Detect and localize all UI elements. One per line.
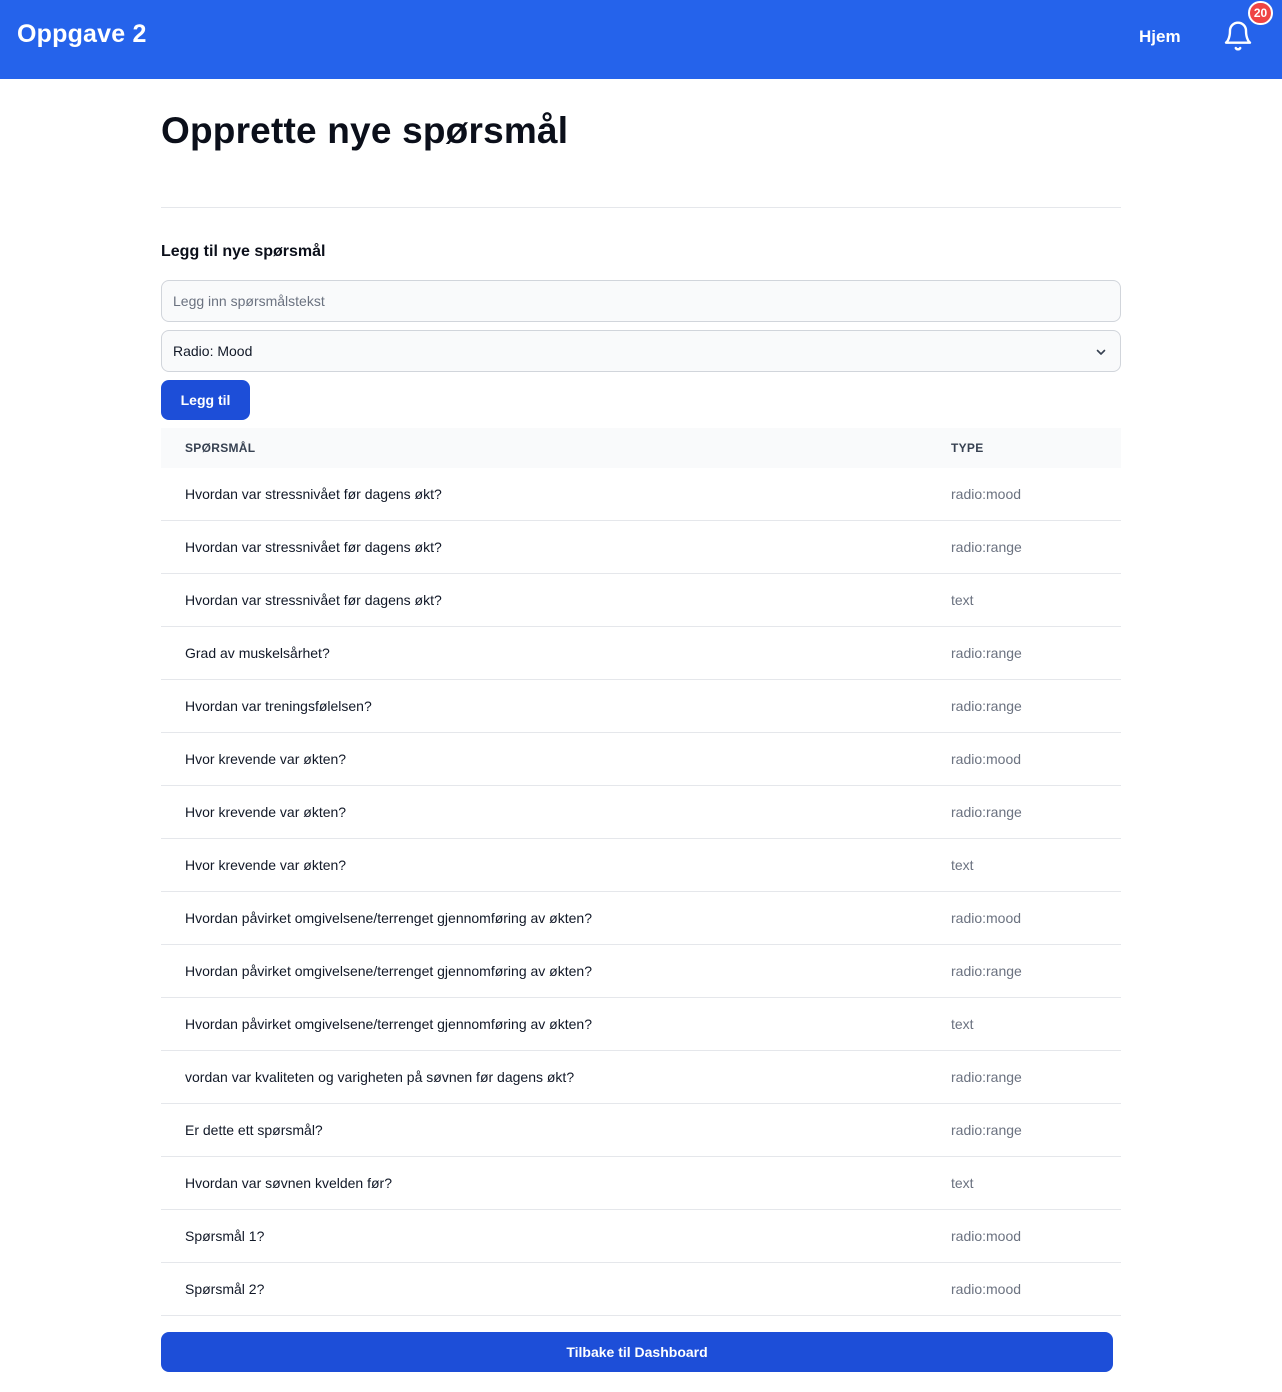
- table-row: Spørsmål 2? radio:mood: [161, 1263, 1121, 1316]
- question-cell: Hvordan påvirket omgivelsene/terrenget g…: [185, 1016, 592, 1032]
- notification-count-badge: 20: [1248, 1, 1273, 25]
- section-divider: [161, 207, 1121, 208]
- table-row: Hvordan var stressnivået før dagens økt?…: [161, 468, 1121, 521]
- type-cell: radio:mood: [951, 910, 1022, 926]
- question-text-input[interactable]: [161, 280, 1121, 322]
- type-cell: text: [951, 592, 974, 608]
- bell-icon[interactable]: [1222, 20, 1254, 52]
- type-cell: radio:range: [951, 698, 1022, 714]
- question-cell: vordan var kvaliteten og varigheten på s…: [185, 1069, 575, 1085]
- table-row: vordan var kvaliteten og varigheten på s…: [161, 1051, 1121, 1104]
- table-row: Hvordan påvirket omgivelsene/terrenget g…: [161, 998, 1121, 1051]
- table-row: Hvordan påvirket omgivelsene/terrenget g…: [161, 892, 1121, 945]
- type-cell: text: [951, 1016, 974, 1032]
- question-cell: Hvordan påvirket omgivelsene/terrenget g…: [185, 963, 592, 979]
- type-cell: text: [951, 1175, 974, 1191]
- question-cell: Hvordan var stressnivået før dagens økt?: [185, 592, 442, 608]
- type-cell: radio:range: [951, 1069, 1022, 1085]
- question-cell: Hvordan var treningsfølelsen?: [185, 698, 372, 714]
- question-cell: Hvor krevende var økten?: [185, 751, 347, 767]
- question-cell: Hvor krevende var økten?: [185, 857, 347, 873]
- question-type-selected-value: Radio: Mood: [173, 343, 253, 359]
- brand-title[interactable]: Oppgave 2: [17, 20, 147, 49]
- table-row: Grad av muskelsårhet? radio:range: [161, 627, 1121, 680]
- section-title: Legg til nye spørsmål: [161, 243, 326, 260]
- type-cell: radio:range: [951, 963, 1022, 979]
- table-row: Hvor krevende var økten? text: [161, 839, 1121, 892]
- type-cell: radio:range: [951, 804, 1022, 820]
- question-cell: Hvordan var stressnivået før dagens økt?: [185, 539, 442, 555]
- question-cell: Hvordan var søvnen kvelden før?: [185, 1175, 392, 1191]
- column-header-type: TYPE: [951, 441, 984, 455]
- question-type-select[interactable]: Radio: Mood: [161, 330, 1121, 372]
- type-cell: text: [951, 857, 974, 873]
- question-cell: Hvor krevende var økten?: [185, 804, 347, 820]
- type-cell: radio:range: [951, 645, 1022, 661]
- nav-link-home[interactable]: Hjem: [1139, 27, 1181, 47]
- question-cell: Spørsmål 1?: [185, 1228, 265, 1244]
- question-cell: Hvordan påvirket omgivelsene/terrenget g…: [185, 910, 592, 926]
- question-cell: Spørsmål 2?: [185, 1281, 265, 1297]
- questions-table: SPØRSMÅL TYPE Hvordan var stressnivået f…: [161, 428, 1121, 1316]
- table-row: Hvordan var treningsfølelsen? radio:range: [161, 680, 1121, 733]
- page-title: Opprette nye spørsmål: [161, 110, 569, 151]
- question-cell: Hvordan var stressnivået før dagens økt?: [185, 486, 442, 502]
- add-question-button[interactable]: Legg til: [161, 380, 250, 420]
- type-cell: radio:range: [951, 1122, 1022, 1138]
- table-row: Hvordan var søvnen kvelden før? text: [161, 1157, 1121, 1210]
- question-cell: Er dette ett spørsmål?: [185, 1122, 323, 1138]
- table-body: Hvordan var stressnivået før dagens økt?…: [161, 468, 1121, 1316]
- table-row: Hvordan påvirket omgivelsene/terrenget g…: [161, 945, 1121, 998]
- question-cell: Grad av muskelsårhet?: [185, 645, 330, 661]
- table-row: Hvordan var stressnivået før dagens økt?…: [161, 521, 1121, 574]
- table-row: Hvor krevende var økten? radio:mood: [161, 733, 1121, 786]
- back-to-dashboard-button[interactable]: Tilbake til Dashboard: [161, 1332, 1113, 1372]
- table-row: Spørsmål 1? radio:mood: [161, 1210, 1121, 1263]
- type-cell: radio:mood: [951, 486, 1022, 502]
- type-cell: radio:mood: [951, 1228, 1022, 1244]
- type-cell: radio:mood: [951, 1281, 1022, 1297]
- type-cell: radio:range: [951, 539, 1022, 555]
- table-header: SPØRSMÅL TYPE: [161, 428, 1121, 468]
- table-row: Er dette ett spørsmål? radio:range: [161, 1104, 1121, 1157]
- table-row: Hvor krevende var økten? radio:range: [161, 786, 1121, 839]
- type-cell: radio:mood: [951, 751, 1022, 767]
- column-header-question: SPØRSMÅL: [185, 441, 256, 455]
- top-navbar: Oppgave 2 Hjem 20: [0, 0, 1282, 79]
- chevron-down-icon: [1096, 349, 1106, 355]
- table-row: Hvordan var stressnivået før dagens økt?…: [161, 574, 1121, 627]
